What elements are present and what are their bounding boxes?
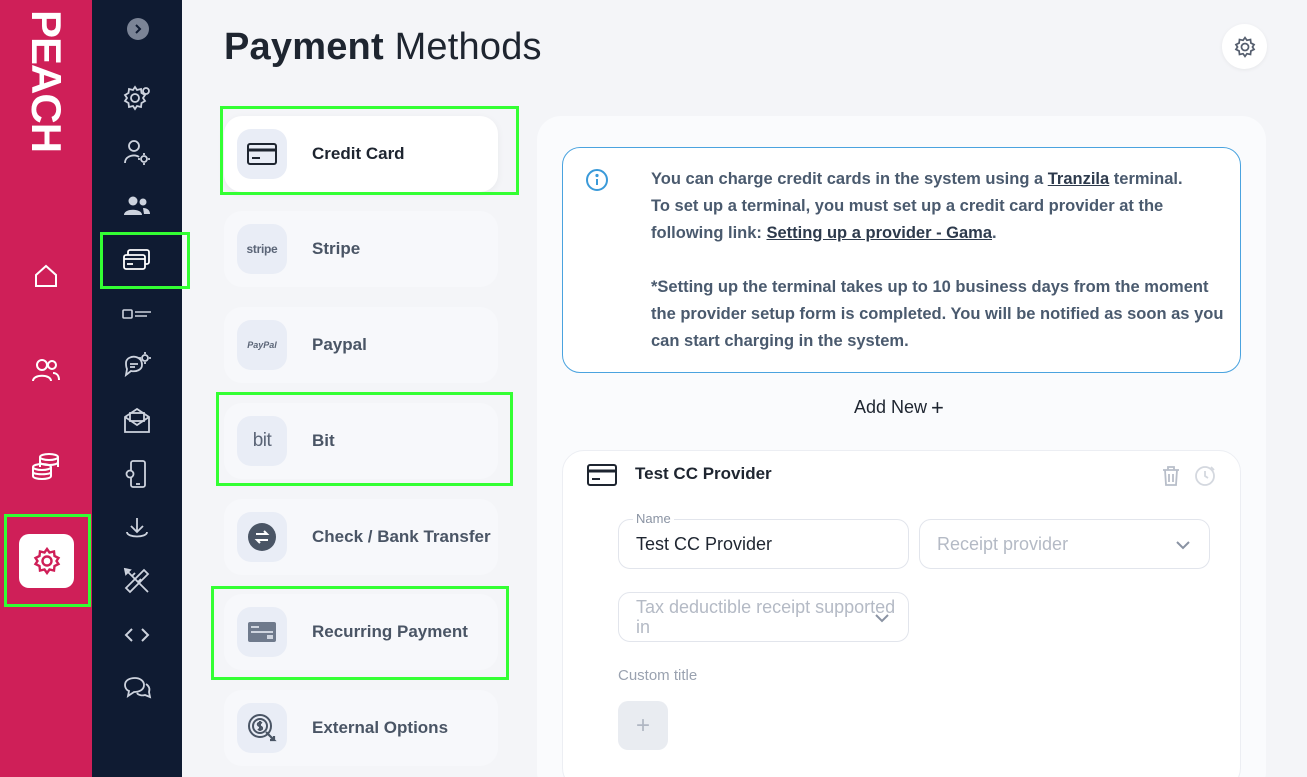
info-text-part: terminal.	[1109, 170, 1183, 188]
method-label: Paypal	[312, 335, 367, 354]
chat-bubbles-icon	[124, 677, 152, 699]
nav-settings[interactable]	[19, 534, 74, 588]
nav-home[interactable]	[20, 250, 72, 302]
subnav-mobile[interactable]	[117, 456, 157, 492]
chat-settings-icon	[124, 352, 151, 378]
method-bit[interactable]: bit Bit	[224, 403, 498, 479]
add-custom-title-button[interactable]: +	[618, 701, 668, 750]
method-external-options[interactable]: External Options	[224, 690, 498, 766]
subnav-user-settings[interactable]	[117, 134, 157, 170]
subnav-chat-settings[interactable]	[117, 348, 157, 384]
subnav-code[interactable]	[117, 617, 157, 653]
form-field-icon	[122, 309, 151, 319]
page-title-light: Methods	[394, 26, 542, 68]
history-icon[interactable]	[1194, 464, 1216, 488]
info-text-part: You can charge credit cards in the syste…	[651, 170, 1048, 188]
subnav-chat[interactable]	[117, 671, 157, 707]
tax-receipt-placeholder: Tax deductible receipt supported in	[636, 597, 896, 637]
info-note: *Setting up the terminal takes up to 10 …	[651, 278, 1224, 350]
brand-rail: PEACH	[0, 0, 92, 777]
tranzila-link[interactable]: Tranzila	[1048, 170, 1109, 188]
user-settings-icon	[124, 140, 150, 165]
external-dollar-icon	[237, 703, 287, 753]
info-icon	[586, 169, 608, 191]
method-check-bank-transfer[interactable]: Check / Bank Transfer	[224, 499, 498, 575]
name-field[interactable]: Name Test CC Provider	[618, 511, 909, 569]
method-label: Check / Bank Transfer	[312, 527, 491, 546]
credit-card-icon	[587, 464, 617, 486]
credit-cards-icon	[123, 249, 150, 270]
gear-icon	[1234, 35, 1255, 58]
page-title-bold: Payment	[224, 26, 384, 68]
method-label: Credit Card	[312, 144, 405, 163]
plus-icon: +	[931, 394, 944, 420]
home-icon	[35, 264, 57, 287]
method-label: External Options	[312, 718, 449, 737]
info-text: You can charge credit cards in the syste…	[651, 166, 1231, 355]
provider-title: Test CC Provider	[635, 464, 772, 483]
method-label: Recurring Payment	[312, 622, 468, 641]
chevron-right-icon	[135, 24, 142, 34]
stripe-logo: stripe	[237, 224, 287, 274]
chevron-down-icon	[875, 614, 889, 623]
bank-transfer-icon	[237, 512, 287, 562]
info-box: You can charge credit cards in the syste…	[562, 147, 1241, 373]
receipt-provider-select[interactable]: Receipt provider	[919, 519, 1210, 569]
method-stripe[interactable]: stripe Stripe	[224, 211, 498, 287]
design-tools-icon	[123, 567, 150, 594]
method-label: Bit	[312, 431, 335, 450]
name-field-value: Test CC Provider	[636, 534, 773, 554]
add-new-button[interactable]: Add New +	[854, 394, 944, 420]
subnav-download[interactable]	[117, 510, 157, 546]
method-credit-card[interactable]: Credit Card	[224, 116, 498, 192]
paypal-logo: PayPal	[237, 320, 287, 370]
code-icon	[124, 628, 150, 642]
subnav-design-tools[interactable]	[117, 563, 157, 599]
provider-setup-link[interactable]: Setting up a provider - Gama	[766, 224, 992, 242]
gear-icon	[33, 547, 60, 575]
page-settings-button[interactable]	[1222, 24, 1267, 69]
peach-logo: PEACH	[28, 10, 64, 152]
method-label: Stripe	[312, 239, 361, 258]
page-title: Payment Methods	[224, 26, 542, 69]
chevron-down-icon	[1176, 541, 1190, 550]
mail-icon	[124, 407, 150, 433]
recurring-card-icon	[237, 607, 287, 657]
subnav-mail[interactable]	[117, 402, 157, 438]
subnav-general-settings[interactable]	[117, 80, 157, 116]
add-new-label: Add New	[854, 397, 928, 417]
collapse-button[interactable]	[127, 18, 149, 40]
bit-logo: bit	[237, 416, 287, 466]
settings-subnav	[92, 0, 182, 777]
nav-finance[interactable]	[20, 440, 72, 492]
name-field-label: Name	[633, 511, 674, 526]
mobile-icon	[125, 460, 146, 488]
download-icon	[126, 518, 148, 538]
cog-settings-icon	[123, 85, 150, 111]
info-text-part: .	[992, 224, 997, 242]
subnav-users[interactable]	[117, 188, 157, 224]
credit-card-icon	[237, 129, 287, 179]
users-group-icon	[124, 196, 150, 215]
nav-people[interactable]	[20, 344, 72, 396]
users-icon	[32, 359, 60, 382]
subnav-form-fields[interactable]	[117, 296, 157, 332]
custom-title-label: Custom title	[618, 667, 698, 684]
trash-icon[interactable]	[1160, 464, 1182, 488]
tax-receipt-select[interactable]: Tax deductible receipt supported in	[618, 592, 909, 642]
method-paypal[interactable]: PayPal Paypal	[224, 307, 498, 383]
coins-icon	[32, 453, 59, 480]
plus-icon: +	[635, 711, 650, 739]
method-recurring-payment[interactable]: Recurring Payment	[224, 594, 498, 670]
svg-text:PEACH: PEACH	[28, 10, 64, 152]
subnav-payment-methods[interactable]	[117, 242, 157, 278]
receipt-provider-placeholder: Receipt provider	[937, 534, 1069, 554]
